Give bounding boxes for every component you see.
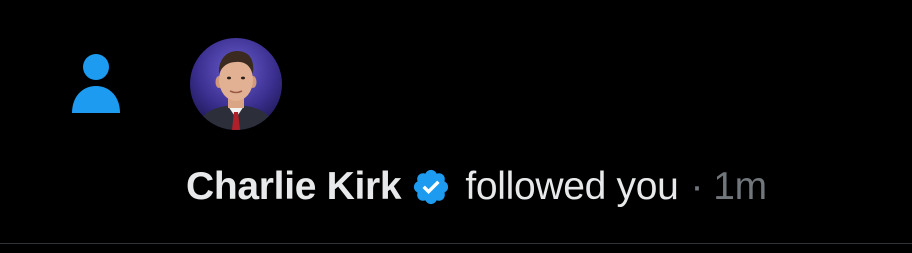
divider <box>0 243 912 244</box>
avatar[interactable] <box>190 38 282 130</box>
person-icon <box>68 53 124 115</box>
user-name-link[interactable]: Charlie Kirk <box>186 165 402 209</box>
notification-text: Charlie Kirk followed you · 1m <box>186 162 767 212</box>
verified-badge-icon <box>411 167 451 207</box>
follow-notification[interactable]: Charlie Kirk followed you · 1m <box>0 0 912 243</box>
timestamp: 1m <box>713 165 767 208</box>
action-text: followed you <box>465 165 679 208</box>
separator: · <box>690 165 704 208</box>
